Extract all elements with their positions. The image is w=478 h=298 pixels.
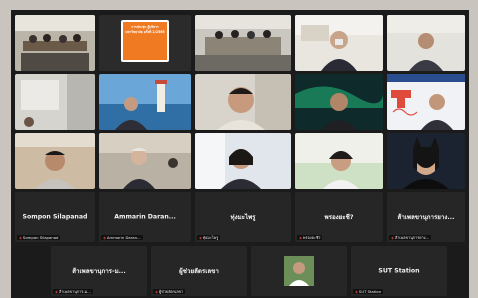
participant-video — [387, 15, 465, 71]
participant-tile-r1c3[interactable] — [195, 15, 291, 71]
participant-tile-r1c1[interactable] — [15, 15, 95, 71]
participant-tile-r1c5[interactable] — [387, 15, 465, 71]
participant-tile-r1c4[interactable] — [295, 15, 383, 71]
participant-tile-r5c3[interactable]: ◈ — [251, 246, 347, 296]
mic-muted-icon: ◈ — [55, 289, 58, 294]
participant-tile-r3c1[interactable] — [15, 133, 95, 189]
participant-tile-r3c5[interactable] — [387, 133, 465, 189]
participant-video — [99, 133, 191, 189]
participant-name-label: ◈ทุ่งมะไพรู — [197, 235, 221, 240]
participant-video — [295, 15, 383, 71]
participant-tile-r4c3[interactable]: ทุ่งมะไพรู ◈ทุ่งมะไพรู — [195, 192, 291, 242]
participant-tile-r3c2[interactable] — [99, 133, 191, 189]
mic-muted-icon: ◈ — [155, 289, 158, 294]
participant-tile-r2c3[interactable] — [195, 74, 291, 130]
participant-tile-r5c2[interactable]: ผู้ช่วยลัตรเลขา ◈ผู้ช่วยลัตรเลขา — [151, 246, 247, 296]
participant-video — [195, 133, 291, 189]
participant-virtual-background — [387, 74, 465, 130]
participant-name-label: ◈ผู้ช่วยลัตรเลขา — [153, 289, 186, 294]
participant-display-name: ทุ่งมะไพรู — [230, 214, 256, 221]
participant-tile-r2c4[interactable] — [295, 74, 383, 130]
participant-display-name: ผู้ช่วยลัตรเลขา — [179, 268, 219, 275]
participant-display-name: Sompon Silapanad — [22, 213, 88, 221]
mic-muted-icon: ◈ — [299, 235, 302, 240]
participant-tile-r1c2[interactable]: การประชุม ผู้บริหาร มหาวิทยาลัย ครั้งที่… — [99, 15, 191, 71]
participant-virtual-background — [99, 74, 191, 130]
mic-muted-icon: ◈ — [391, 235, 394, 240]
mic-muted-icon: ◈ — [103, 235, 106, 240]
participant-tile-r3c4[interactable] — [295, 133, 383, 189]
participant-video — [15, 74, 95, 130]
participant-avatar-image — [387, 133, 465, 189]
participant-video — [195, 74, 291, 130]
participant-tile-r2c1[interactable] — [15, 74, 95, 130]
participant-display-name: SUT Station — [378, 267, 420, 275]
participant-name-label: ◈SUT Station — [353, 289, 384, 294]
mic-muted-icon: ◈ — [19, 235, 22, 240]
video-conference-gallery: การประชุม ผู้บริหาร มหาวิทยาลัย ครั้งที่… — [11, 10, 469, 298]
participant-tile-r2c5[interactable] — [387, 74, 465, 130]
mic-muted-icon: ◈ — [199, 235, 202, 240]
meeting-logo-text: การประชุม ผู้บริหาร มหาวิทยาลัย ครั้งที่… — [125, 25, 165, 34]
mic-muted-icon: ◈ — [355, 289, 358, 294]
participant-virtual-background — [295, 133, 383, 189]
participant-name-label: ◈ส้าเพลขานุการ-ม... — [53, 289, 93, 294]
participant-name-label: ◈ส้าเพลขานุการยาง... — [389, 235, 432, 240]
participant-display-name: พรองยะชี? — [324, 214, 354, 221]
participant-tile-r4c5[interactable]: ส้าเพลขานุการยาง... ◈ส้าเพลขานุการยาง... — [387, 192, 465, 242]
participant-video — [195, 15, 291, 71]
participant-video — [15, 133, 95, 189]
participant-display-name: ส้าเพลขานุการ-ม... — [72, 268, 126, 275]
participant-tile-r4c2[interactable]: Ammarin Daran... ◈Ammarin Daran... — [99, 192, 191, 242]
participant-virtual-background — [295, 74, 383, 130]
participant-name-label: ◈พรองยะชี? — [297, 235, 323, 240]
participant-video — [15, 15, 95, 71]
participant-tile-r5c1[interactable]: ส้าเพลขานุการ-ม... ◈ส้าเพลขานุการ-ม... — [51, 246, 147, 296]
participant-tile-r3c3[interactable] — [195, 133, 291, 189]
participant-name-label: ◈Sompon Silapanad — [17, 235, 61, 240]
participant-tile-r5c4[interactable]: SUT Station ◈SUT Station — [351, 246, 447, 296]
participant-tile-r4c4[interactable]: พรองยะชี? ◈พรองยะชี? — [295, 192, 383, 242]
participant-display-name: Ammarin Daran... — [114, 213, 176, 221]
participant-tile-r4c1[interactable]: Sompon Silapanad ◈Sompon Silapanad — [15, 192, 95, 242]
participant-display-name: ส้าเพลขานุการยาง... — [397, 214, 455, 221]
participant-tile-r2c2[interactable] — [99, 74, 191, 130]
participant-name-label: ◈Ammarin Daran... — [101, 235, 143, 240]
participant-profile-picture — [251, 246, 347, 296]
